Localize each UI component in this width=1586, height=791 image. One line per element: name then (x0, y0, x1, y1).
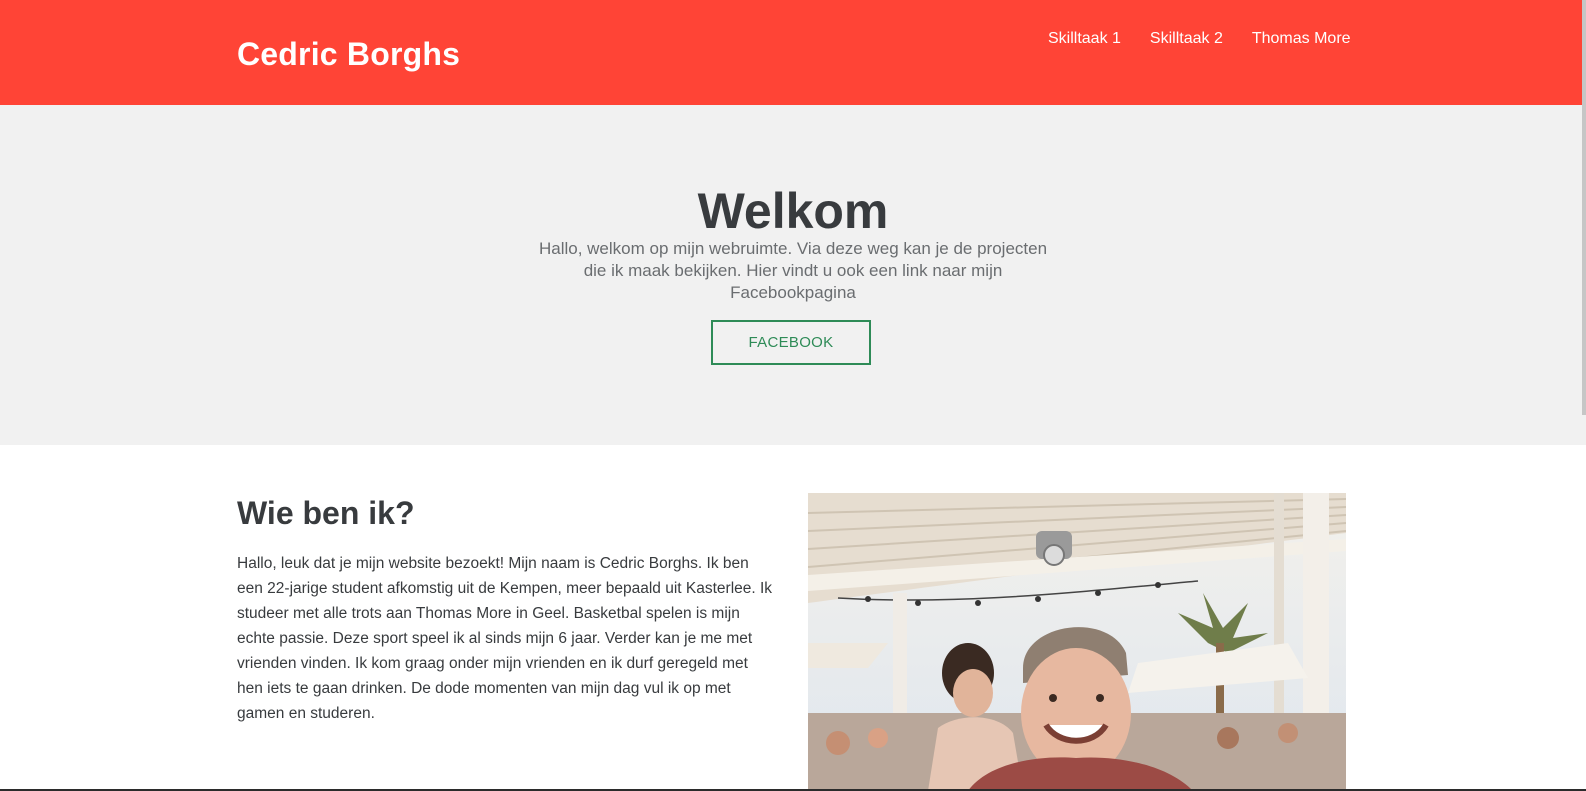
about-text: Hallo, leuk dat je mijn website bezoekt!… (237, 555, 773, 722)
hero-section: Welkom Hallo, welkom op mijn webruimte. … (0, 105, 1586, 445)
nav-link-skilltaak-1[interactable]: Skilltaak 1 (1048, 29, 1121, 49)
nav-link-thomas-more[interactable]: Thomas More (1252, 29, 1351, 49)
about-section: Wie ben ik? Hallo, leuk dat je mijn webs… (0, 445, 1586, 791)
site-header: Cedric Borghs Skilltaak 1 Skilltaak 2 Th… (0, 0, 1586, 105)
hero-text: Hallo, welkom op mijn webruimte. Via dez… (538, 239, 1048, 302)
about-title: Wie ben ik? (237, 495, 415, 531)
page-scrollbar[interactable] (1582, 0, 1586, 415)
profile-photo-illustration (808, 493, 1346, 791)
hero-title: Welkom (697, 183, 889, 239)
profile-photo (808, 493, 1346, 791)
main-nav: Skilltaak 1 Skilltaak 2 Thomas More (1048, 29, 1351, 49)
nav-link-skilltaak-2[interactable]: Skilltaak 2 (1150, 29, 1223, 49)
facebook-button[interactable]: FACEBOOK (711, 320, 871, 365)
site-brand[interactable]: Cedric Borghs (237, 36, 460, 73)
